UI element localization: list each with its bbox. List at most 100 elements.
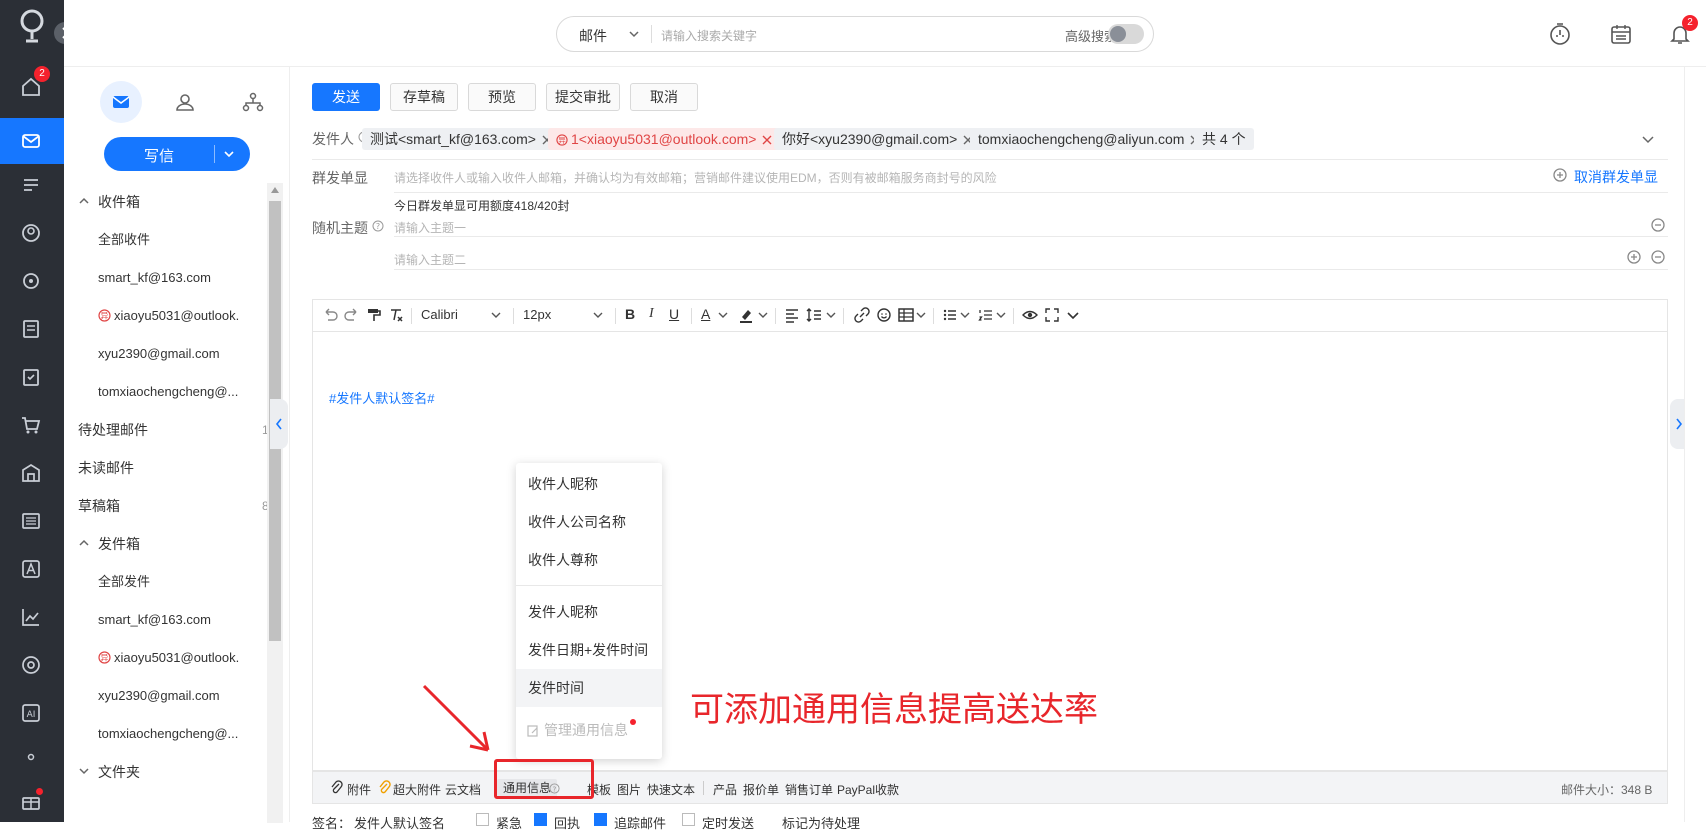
- format-painter-icon[interactable]: [365, 306, 383, 324]
- timer-icon[interactable]: [1548, 22, 1572, 46]
- sidebar-folder-item[interactable]: 文件夹84: [72, 753, 282, 791]
- signature-select[interactable]: 发件人默认签名: [354, 813, 445, 832]
- product-button[interactable]: 产品: [713, 781, 737, 798]
- font-size-select[interactable]: 12px: [523, 307, 551, 322]
- location-icon[interactable]: [20, 270, 44, 294]
- receipt-checkbox[interactable]: [534, 813, 547, 826]
- help-icon[interactable]: ?: [372, 220, 384, 232]
- sidebar-folder-item[interactable]: tomxiaochengcheng@...: [72, 373, 282, 411]
- align-left-icon[interactable]: [783, 306, 801, 324]
- bulk-recipient-input[interactable]: 请选择收件人或输入收件人邮箱，并确认均为有效邮箱；营销邮件建议使用EDM，否则有…: [394, 169, 997, 186]
- target-icon[interactable]: [20, 654, 44, 678]
- highlight-color-icon[interactable]: [737, 306, 755, 324]
- calendar-icon[interactable]: [1609, 22, 1633, 46]
- submit-approval-button[interactable]: 提交审批: [546, 83, 620, 111]
- cart-icon[interactable]: [20, 414, 44, 438]
- sender-chip[interactable]: 测试<smart_kf@163.com>: [362, 128, 560, 150]
- tab-contacts[interactable]: [164, 81, 206, 123]
- sidebar-folder-item[interactable]: 异 xiaoyu5031@outlook.: [72, 639, 282, 677]
- add-circle-icon[interactable]: [1552, 167, 1568, 183]
- subject-1-input[interactable]: 请输入主题一: [394, 219, 466, 236]
- chevron-up-icon[interactable]: [78, 765, 90, 777]
- sender-chip[interactable]: tomxiaochengcheng@aliyun.com: [970, 128, 1209, 150]
- dropdown-item[interactable]: 收件人尊称: [516, 541, 662, 579]
- sidebar-folder-item[interactable]: smart_kf@163.com: [72, 259, 282, 297]
- sidebar-folder-item[interactable]: tomxiaochengcheng@...: [72, 715, 282, 753]
- send-button[interactable]: 发送: [312, 83, 380, 111]
- remove-circle-icon[interactable]: [1650, 249, 1666, 265]
- quick-text-button[interactable]: 快速文本: [647, 781, 695, 798]
- dropdown-item[interactable]: 发件人昵称: [516, 593, 662, 631]
- link-icon[interactable]: [853, 306, 871, 324]
- cancel-button[interactable]: 取消: [630, 83, 698, 111]
- document-icon[interactable]: [20, 318, 44, 342]
- sidebar-folder-item[interactable]: 异 xiaoyu5031@outlook.: [72, 297, 282, 335]
- building-icon[interactable]: [20, 462, 44, 486]
- chevron-down-icon[interactable]: [959, 308, 971, 322]
- chevron-down-icon[interactable]: [222, 147, 236, 161]
- mark-pending-label[interactable]: 标记为待处理: [782, 813, 860, 832]
- add-circle-icon[interactable]: [1626, 249, 1642, 265]
- clipboard-icon[interactable]: [20, 366, 44, 390]
- chevron-down-icon[interactable]: [717, 308, 729, 322]
- chevron-down-icon[interactable]: [915, 308, 927, 322]
- underline-icon[interactable]: U: [669, 306, 679, 322]
- dropdown-item[interactable]: 收件人公司名称: [516, 503, 662, 541]
- sidebar-folder-item[interactable]: 待处理邮件101: [72, 411, 282, 449]
- list-icon[interactable]: [20, 510, 44, 534]
- scroll-up-icon[interactable]: [271, 187, 279, 193]
- sidebar-scrollbar[interactable]: [267, 183, 283, 823]
- redo-icon[interactable]: [343, 306, 361, 324]
- compose-button[interactable]: 写信: [104, 137, 250, 171]
- more-chevron-icon[interactable]: [1065, 307, 1081, 323]
- image-button[interactable]: 图片: [617, 781, 641, 798]
- chevron-down-icon[interactable]: [995, 308, 1007, 322]
- subject-2-input[interactable]: 请输入主题二: [394, 251, 466, 268]
- ai-icon[interactable]: AI: [20, 702, 44, 726]
- font-family-select[interactable]: Calibri: [421, 307, 458, 322]
- undo-icon[interactable]: [321, 306, 339, 324]
- pin-toggle[interactable]: [1108, 24, 1144, 44]
- big-attach-icon[interactable]: [377, 779, 391, 795]
- manage-general-info[interactable]: 管理通用信息: [516, 711, 662, 749]
- chevron-down-icon[interactable]: [591, 308, 605, 322]
- save-draft-button[interactable]: 存草稿: [390, 83, 458, 111]
- font-color-icon[interactable]: A: [701, 306, 710, 322]
- search-input[interactable]: 请输入搜索关键字: [661, 27, 757, 44]
- dot-icon[interactable]: [20, 746, 44, 770]
- preview-button[interactable]: 预览: [468, 83, 536, 111]
- sidebar-folder-item[interactable]: xyu2390@gmail.com: [72, 677, 282, 715]
- bold-icon[interactable]: B: [625, 306, 635, 322]
- text-a-icon[interactable]: [20, 558, 44, 582]
- chevron-down-icon[interactable]: [757, 308, 769, 322]
- scheduled-checkbox[interactable]: [682, 813, 695, 826]
- search-scope[interactable]: 邮件: [579, 26, 607, 46]
- chevron-down-icon[interactable]: [489, 308, 503, 322]
- mail-icon[interactable]: [20, 130, 44, 154]
- sidebar-folder-item[interactable]: 全部收件8: [72, 221, 282, 259]
- urgent-checkbox[interactable]: [476, 813, 489, 826]
- cancel-bulk-link[interactable]: 取消群发单显: [1574, 167, 1658, 187]
- paypal-button[interactable]: PayPal收款: [837, 781, 899, 798]
- attach-button[interactable]: 附件: [347, 781, 371, 798]
- sidebar-folder-item[interactable]: smart_kf@163.com: [72, 601, 282, 639]
- chevron-down-icon[interactable]: [825, 308, 837, 322]
- contact-icon[interactable]: [20, 222, 44, 246]
- chevron-up-icon[interactable]: [78, 537, 90, 549]
- bullet-list-icon[interactable]: [941, 306, 959, 324]
- sidebar-folder-item[interactable]: 收件箱: [72, 183, 282, 221]
- chart-icon[interactable]: [20, 606, 44, 630]
- tab-mail[interactable]: [100, 81, 142, 123]
- sidebar-folder-item[interactable]: 发件箱: [72, 525, 282, 563]
- line-height-icon[interactable]: [805, 306, 823, 324]
- tracking-checkbox[interactable]: [594, 813, 607, 826]
- close-icon[interactable]: [762, 135, 772, 145]
- sender-expand-chevron-icon[interactable]: [1640, 131, 1656, 147]
- numbered-list-icon[interactable]: [977, 306, 995, 324]
- clear-format-icon[interactable]: [387, 306, 405, 324]
- sender-chip[interactable]: 异 1<xiaoyu5031@outlook.com>: [548, 128, 781, 150]
- dropdown-item[interactable]: 收件人昵称: [516, 465, 662, 503]
- table-icon[interactable]: [897, 306, 915, 324]
- fullscreen-icon[interactable]: [1043, 306, 1061, 324]
- emoji-icon[interactable]: [875, 306, 893, 324]
